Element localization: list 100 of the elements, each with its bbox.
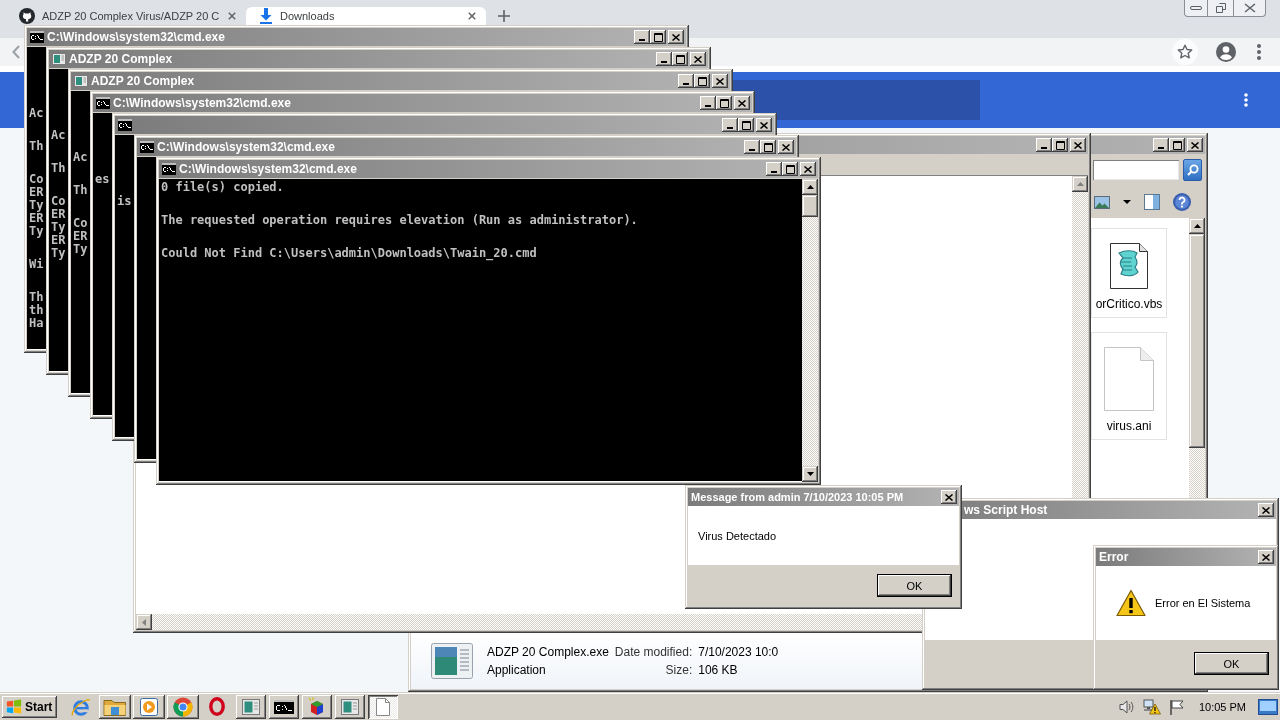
close-button[interactable] [1258,503,1274,517]
help-icon[interactable] [1173,193,1191,211]
close-button[interactable] [1258,550,1274,564]
close-button[interactable] [734,96,750,110]
menu-icon[interactable] [1257,44,1261,60]
maximize-button[interactable] [782,162,798,176]
taskbar-button[interactable] [368,694,399,719]
clock: 10:05 PM [1198,700,1246,713]
maximize-button[interactable] [1169,138,1185,152]
vertical-scrollbar[interactable] [802,179,818,482]
speaker-icon[interactable] [1118,698,1135,715]
console-text: ER [51,234,66,247]
script-file-icon [1110,243,1148,289]
menu-icon[interactable] [1244,93,1248,107]
scroll-up-button[interactable] [1189,218,1205,234]
ok-button[interactable]: OK [877,574,952,597]
star-icon [1177,44,1193,60]
close-button[interactable] [800,162,816,176]
console-icon [30,31,44,43]
file-name: ADZP 20 Complex.exe [487,645,609,659]
window-icon [242,698,261,715]
maximize-icon [675,54,685,64]
maximize-button[interactable] [716,96,732,110]
scroll-down-button[interactable] [802,466,818,482]
close-icon [945,493,953,501]
minimize-button[interactable] [722,118,738,132]
minimize-button[interactable] [678,74,694,88]
restore-button[interactable] [1208,0,1234,17]
close-icon [782,143,790,151]
browser-icon [209,697,226,716]
taskbar-button[interactable] [269,694,300,719]
maximize-button[interactable] [650,30,666,44]
flag-icon[interactable] [1168,698,1185,715]
close-icon [1243,3,1256,13]
network-icon[interactable] [1142,698,1161,715]
taskbar-button[interactable] [302,694,333,719]
minimize-button[interactable] [1036,138,1052,152]
scroll-up-button[interactable] [802,179,818,195]
plus-icon[interactable] [498,10,510,22]
console-text: th [29,304,44,317]
bookmark-button[interactable] [1172,39,1198,65]
minimize-icon [771,171,777,173]
close-button[interactable] [712,74,728,88]
minimize-button[interactable] [634,30,650,44]
close-icon [760,121,768,129]
console-text: Th [73,184,88,197]
scroll-thumb[interactable] [802,195,818,217]
browser-icon [173,696,194,717]
launcher-button[interactable] [133,694,166,719]
maximize-icon [741,120,751,130]
console-text: Could Not Find C:\Users\admin\Downloads\Twain_20.cmd [161,247,537,260]
account-icon[interactable] [1216,42,1236,62]
browser-tab[interactable]: Downloads [246,7,486,25]
picture-icon[interactable] [1094,195,1110,209]
close-icon[interactable] [228,12,236,20]
launcher-button[interactable] [99,694,132,719]
minimize-button[interactable] [700,96,716,110]
close-button[interactable] [1070,138,1086,152]
taskbar-button[interactable] [335,694,366,719]
close-button[interactable] [690,52,706,66]
window-title: C:\Windows\system32\cmd.exe [113,96,291,110]
browser-tab[interactable]: ADZP 20 Complex Virus/ADZP 20 C [6,7,246,25]
console-text: Ty [29,225,44,238]
scroll-left-button[interactable] [136,614,152,630]
console-text: Ty [29,199,44,212]
console-text: Th [29,291,44,304]
search-field[interactable] [1093,160,1179,180]
maximize-button[interactable] [672,52,688,66]
maximize-button[interactable] [1052,138,1068,152]
minimize-button[interactable] [656,52,672,66]
pane-icon[interactable] [1144,194,1160,210]
ok-button[interactable]: OK [1194,652,1269,675]
close-button[interactable] [756,118,772,132]
search-button[interactable] [1183,159,1202,181]
caret-icon[interactable] [1123,200,1131,204]
maximize-button[interactable] [694,74,710,88]
launcher-button[interactable] [167,694,200,719]
minimize-button[interactable] [766,162,782,176]
scroll-up-button[interactable] [1072,176,1088,192]
window-title: ws Script Host [964,503,1048,517]
browser-icon [71,696,92,717]
up-arrow-icon [1076,182,1084,186]
close-button[interactable] [941,490,957,504]
show-desktop-icon[interactable] [1258,698,1278,715]
file-item[interactable]: orCritico.vbs [1091,228,1167,318]
maximize-icon [719,98,729,108]
minimize-button[interactable] [1153,138,1169,152]
scroll-thumb[interactable] [1189,234,1205,448]
taskbar-button[interactable] [236,694,267,719]
close-button[interactable] [778,140,794,154]
file-item[interactable]: virus.ani [1091,332,1167,440]
minimize-button[interactable] [744,140,760,154]
maximize-button[interactable] [738,118,754,132]
close-button[interactable] [1187,138,1203,152]
close-icon[interactable] [468,12,476,20]
console-icon [140,141,154,153]
maximize-button[interactable] [760,140,776,154]
close-button[interactable] [668,30,684,44]
repository-icon [19,8,35,24]
start-button[interactable]: Start [2,695,58,718]
